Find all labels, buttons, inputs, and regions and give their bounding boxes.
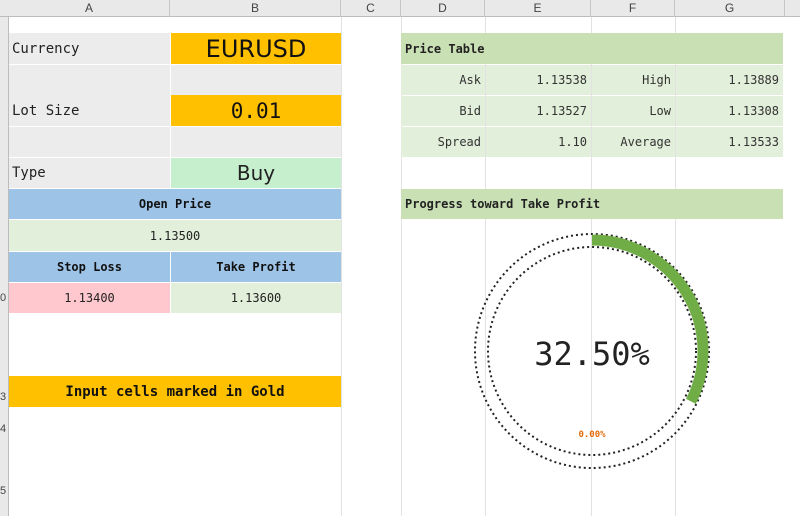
column-header-c[interactable]: C (341, 0, 401, 17)
column-header-d[interactable]: D (401, 0, 485, 17)
price-table-label-low[interactable]: Low (592, 96, 675, 126)
type-value-cell[interactable]: Buy (171, 158, 341, 188)
progress-donut-chart[interactable]: 32.50% 0.00% (463, 232, 725, 472)
price-table-value-average[interactable]: 1.13533 (676, 127, 783, 157)
input-note-text: Input cells marked in Gold (65, 383, 285, 400)
row-header-number[interactable]: 4 (0, 423, 9, 435)
lot-size-label-cell[interactable]: Lot Size (9, 95, 170, 126)
column-header-g[interactable]: G (675, 0, 785, 17)
price-table-label-bid[interactable]: Bid (401, 96, 485, 126)
row-header-number[interactable]: 5 (0, 485, 9, 497)
empty-cell[interactable] (9, 65, 170, 95)
price-table-value-high[interactable]: 1.13889 (676, 65, 783, 95)
empty-cell[interactable] (9, 127, 170, 157)
row-header-number[interactable]: 3 (0, 391, 9, 403)
type-label-cell[interactable]: Type (9, 158, 170, 188)
empty-cell[interactable] (171, 65, 341, 95)
row-header-strip (0, 17, 9, 516)
currency-input-cell[interactable]: EURUSD (171, 33, 341, 64)
stop-loss-value[interactable]: 1.13400 (9, 283, 170, 313)
lot-size-input-cell[interactable]: 0.01 (171, 95, 341, 126)
price-table-value-spread[interactable]: 1.10 (486, 127, 591, 157)
open-price-value[interactable]: 1.13500 (9, 220, 341, 251)
price-table-value-ask[interactable]: 1.13538 (486, 65, 591, 95)
take-profit-value[interactable]: 1.13600 (171, 283, 341, 313)
price-table-header[interactable]: Price Table (401, 33, 783, 64)
price-table-value-bid[interactable]: 1.13527 (486, 96, 591, 126)
price-table-label-spread[interactable]: Spread (401, 127, 485, 157)
gridline (341, 17, 342, 516)
currency-value: EURUSD (205, 34, 307, 63)
column-header-b[interactable]: B (170, 0, 341, 17)
empty-cell[interactable] (171, 127, 341, 157)
type-label: Type (12, 165, 46, 181)
stop-loss-header[interactable]: Stop Loss (9, 252, 170, 282)
price-table-label-high[interactable]: High (592, 65, 675, 95)
currency-label-cell[interactable]: Currency (9, 33, 170, 64)
column-header-a[interactable]: A (9, 0, 170, 17)
progress-header[interactable]: Progress toward Take Profit (401, 189, 783, 219)
row-header-number[interactable]: 0 (0, 292, 9, 304)
price-table-label-average[interactable]: Average (592, 127, 675, 157)
column-header-f[interactable]: F (591, 0, 675, 17)
lot-size-value: 0.01 (230, 98, 282, 123)
lot-size-label: Lot Size (12, 102, 80, 119)
progress-arc (591, 234, 709, 404)
take-profit-header[interactable]: Take Profit (171, 252, 341, 282)
price-table-value-low[interactable]: 1.13308 (676, 96, 783, 126)
currency-label: Currency (12, 40, 80, 57)
input-note-banner[interactable]: Input cells marked in Gold (9, 376, 341, 407)
type-value: Buy (236, 161, 276, 185)
progress-secondary-label: 0.00% (578, 430, 606, 440)
column-header-e[interactable]: E (485, 0, 591, 17)
progress-percent-text: 32.50% (534, 335, 650, 373)
price-table-label-ask[interactable]: Ask (401, 65, 485, 95)
open-price-header[interactable]: Open Price (9, 189, 341, 219)
